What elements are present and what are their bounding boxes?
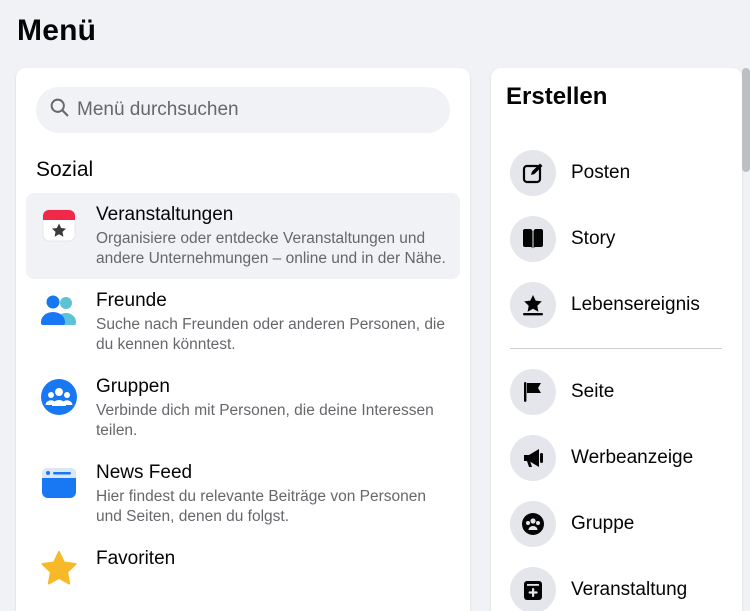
groups-icon bbox=[40, 378, 78, 416]
create-item-label: Posten bbox=[571, 162, 631, 183]
menu-item-description: Suche nach Freunden oder anderen Persone… bbox=[96, 316, 445, 353]
create-item-label: Gruppe bbox=[571, 513, 635, 534]
menu-item-title: Favoriten bbox=[96, 548, 176, 569]
divider bbox=[510, 348, 722, 349]
menu-item-title: Freunde bbox=[96, 290, 167, 311]
create-item-label: Lebensereignis bbox=[571, 294, 700, 315]
create-list: Posten Story Lebensereignis Seite Werbea… bbox=[510, 140, 725, 611]
menu-item-description: Hier findest du relevante Beiträge von P… bbox=[96, 488, 427, 525]
menu-item-veranstaltungen[interactable]: Veranstaltungen Organisiere oder entdeck… bbox=[26, 193, 460, 279]
menu-item-favoriten[interactable]: Favoriten bbox=[26, 537, 460, 598]
calendar-star-icon bbox=[40, 206, 78, 244]
menu-item-freunde[interactable]: Freunde Suche nach Freunden oder anderen… bbox=[26, 279, 460, 365]
create-item-veranstaltung[interactable]: Veranstaltung bbox=[510, 557, 725, 611]
menu-item-title: Veranstaltungen bbox=[96, 204, 234, 225]
friends-icon bbox=[40, 292, 78, 330]
create-item-label: Werbeanzeige bbox=[571, 447, 694, 468]
create-item-label: Seite bbox=[571, 381, 615, 402]
menu-item-title: News Feed bbox=[96, 462, 193, 483]
life-event-star-icon bbox=[510, 282, 556, 328]
flag-icon bbox=[510, 369, 556, 415]
create-item-label: Story bbox=[571, 228, 616, 249]
page-title: Menü bbox=[17, 14, 97, 47]
create-item-seite[interactable]: Seite bbox=[510, 359, 725, 425]
search-bar[interactable] bbox=[36, 87, 450, 133]
calendar-plus-icon bbox=[510, 567, 556, 611]
social-menu-list: Veranstaltungen Organisiere oder entdeck… bbox=[26, 193, 460, 598]
create-item-werbeanzeige[interactable]: Werbeanzeige bbox=[510, 425, 725, 491]
compose-icon bbox=[510, 150, 556, 196]
menu-panel: Sozial Veranstaltungen Organisiere oder … bbox=[16, 68, 470, 611]
book-icon bbox=[510, 216, 556, 262]
menu-item-gruppen[interactable]: Gruppen Verbinde dich mit Personen, die … bbox=[26, 365, 460, 451]
search-input[interactable] bbox=[77, 99, 417, 121]
scrollbar[interactable] bbox=[742, 68, 750, 172]
menu-item-description: Verbinde dich mit Personen, die deine In… bbox=[96, 402, 434, 439]
star-icon bbox=[40, 550, 78, 588]
create-panel: Erstellen Posten Story Lebensereignis Se… bbox=[491, 68, 742, 611]
megaphone-icon bbox=[510, 435, 556, 481]
menu-item-title: Gruppen bbox=[96, 376, 170, 397]
section-heading-sozial: Sozial bbox=[36, 158, 94, 181]
create-panel-title: Erstellen bbox=[506, 83, 608, 110]
create-item-story[interactable]: Story bbox=[510, 206, 725, 272]
search-icon bbox=[49, 97, 70, 123]
news-feed-icon bbox=[40, 464, 78, 502]
menu-item-news-feed[interactable]: News Feed Hier findest du relevante Beit… bbox=[26, 451, 460, 537]
create-item-label: Veranstaltung bbox=[571, 579, 688, 600]
create-item-lebensereignis[interactable]: Lebensereignis bbox=[510, 272, 725, 338]
create-item-posten[interactable]: Posten bbox=[510, 140, 725, 206]
group-circle-icon bbox=[510, 501, 556, 547]
menu-item-description: Organisiere oder entdecke Veranstaltunge… bbox=[96, 230, 446, 267]
create-item-gruppe[interactable]: Gruppe bbox=[510, 491, 725, 557]
